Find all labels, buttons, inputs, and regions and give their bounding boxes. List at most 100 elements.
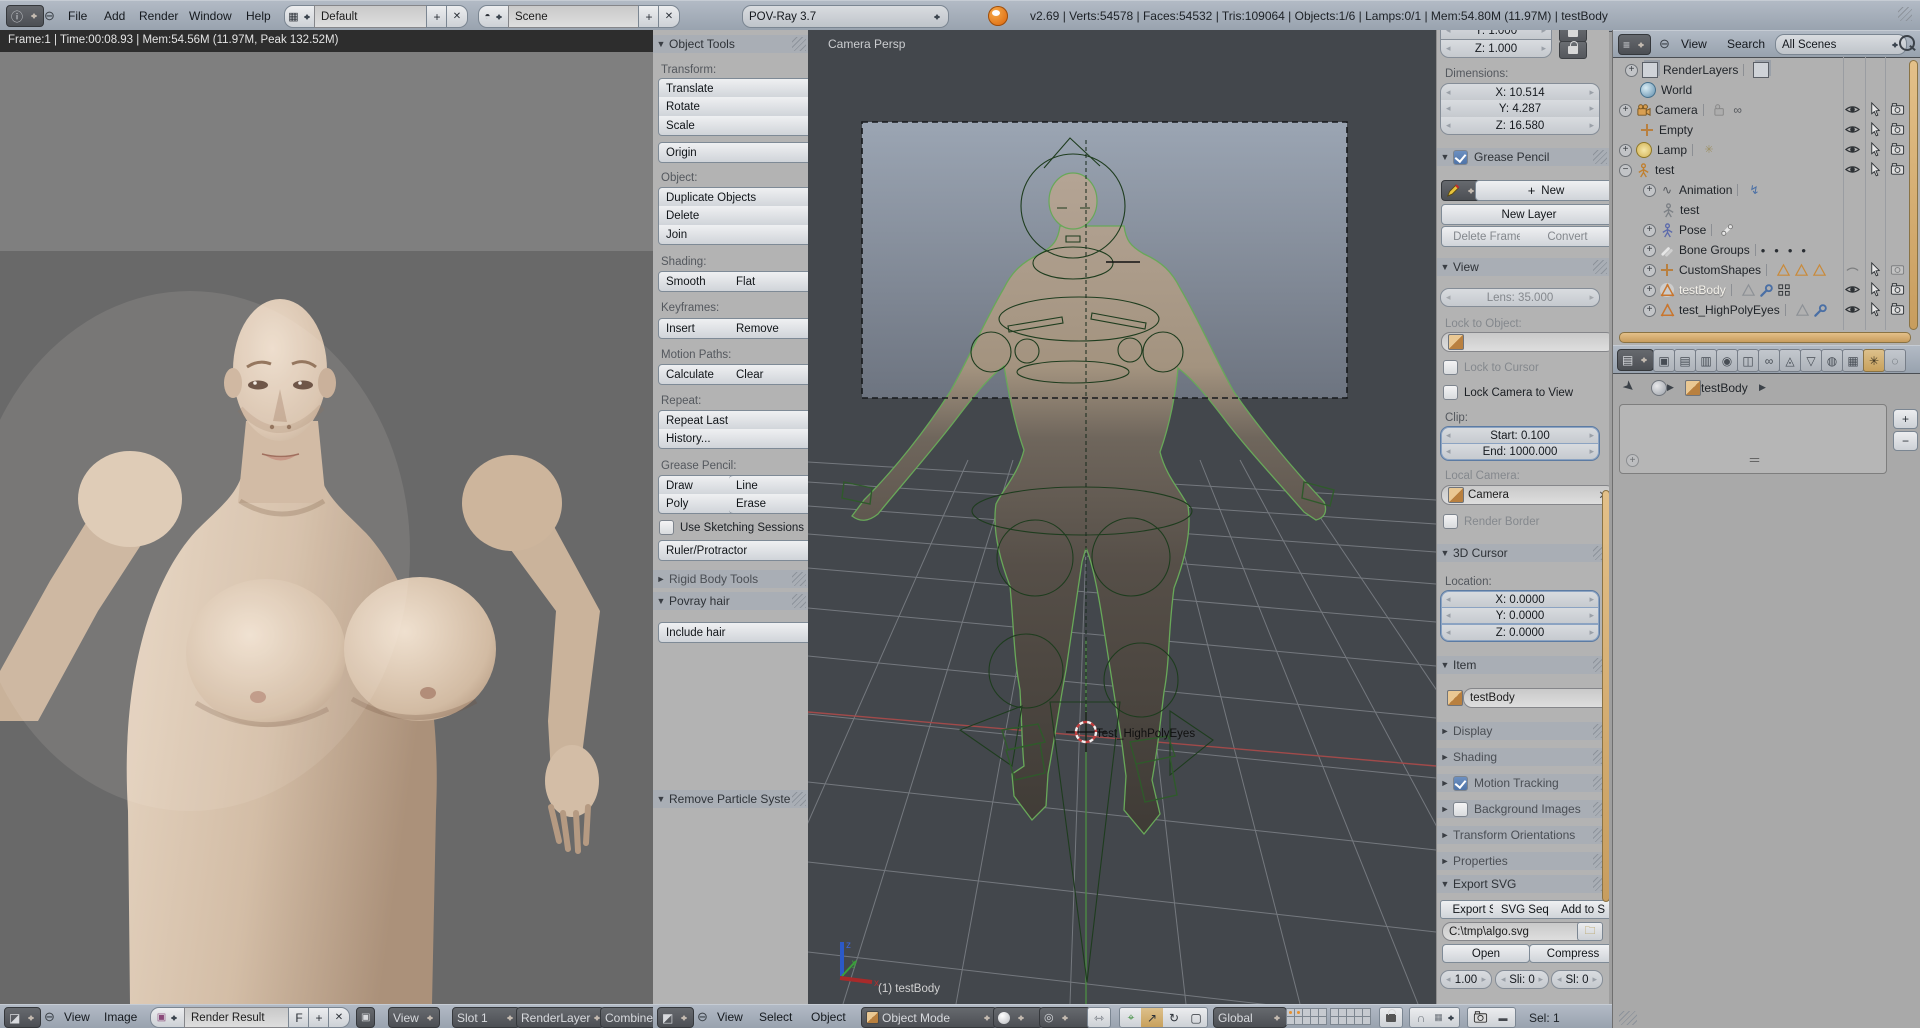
tab-scene[interactable]: ▥ — [1695, 349, 1717, 372]
panel-background-images[interactable]: ► Background Images — [1437, 800, 1609, 818]
expand-icon[interactable]: + — [1643, 224, 1656, 237]
tab-render-layers[interactable]: ▤ — [1674, 349, 1696, 372]
manipulator-rotate-button[interactable]: ↻ — [1163, 1007, 1186, 1028]
tab-object[interactable]: ◫ — [1737, 349, 1759, 372]
tab-world[interactable]: ◉ — [1716, 349, 1738, 372]
scale-button[interactable]: Scale — [658, 116, 809, 136]
renderable-icon[interactable] — [1890, 142, 1906, 158]
corner-grip[interactable] — [1619, 1011, 1637, 1025]
mode-select[interactable]: Object Mode — [861, 1007, 997, 1028]
panel-remove-particle-system[interactable]: ▼Remove Particle Syste — [653, 790, 808, 808]
compress-button[interactable]: Compress — [1529, 944, 1609, 963]
cursor-z-field[interactable]: Z: 0.0000 — [1440, 624, 1600, 642]
lock-to-cursor-checkbox[interactable]: Lock to Cursor — [1443, 360, 1539, 375]
panel-transform-orientations[interactable]: ►Transform Orientations — [1437, 826, 1609, 844]
menu-help[interactable]: Help — [240, 1, 277, 31]
image-editor-empty-area[interactable] — [0, 52, 653, 251]
pin-icon[interactable]: ➤ — [1619, 376, 1639, 397]
hide-icon[interactable] — [1845, 162, 1861, 178]
selectable-icon[interactable] — [1868, 162, 1884, 178]
close-scene-button[interactable]: ✕ — [658, 5, 680, 28]
editor-type-info-button[interactable]: ⓘ — [6, 5, 44, 27]
renderable-icon[interactable] — [1890, 282, 1906, 298]
expand-icon[interactable]: + — [1619, 104, 1632, 117]
outliner-row-customshapes[interactable]: + CustomShapes — [1613, 260, 1920, 280]
particle-systems-list[interactable]: + ＝ — [1619, 404, 1887, 474]
svg-scale-field[interactable]: 1.00 — [1440, 970, 1492, 989]
menu-search[interactable]: Search — [1721, 31, 1771, 57]
scene-icon-button[interactable]: ◓ — [478, 5, 510, 28]
render-opengl-anim-button[interactable]: ▬ — [1491, 1007, 1516, 1028]
panel-grip[interactable] — [1593, 150, 1607, 164]
renderable-icon[interactable] — [1890, 162, 1906, 178]
tab-material[interactable]: ◍ — [1821, 349, 1843, 372]
outliner-row-empty[interactable]: Empty — [1613, 120, 1920, 140]
scene-field[interactable]: Scene — [508, 5, 652, 28]
outliner-row-world[interactable]: World — [1613, 80, 1920, 100]
list-resize-handle[interactable]: ＝ — [1748, 450, 1762, 469]
tab-render[interactable]: ▣ — [1653, 349, 1675, 372]
history-button[interactable]: History... — [658, 429, 809, 449]
selectable-icon[interactable] — [1868, 282, 1884, 298]
dimension-y-field[interactable]: Y: 4.287 — [1440, 100, 1600, 118]
editor-type-image-button[interactable]: ◪ — [4, 1007, 41, 1028]
outliner-row-test-armature[interactable]: − test — [1613, 160, 1920, 180]
menu-view[interactable]: View — [711, 1005, 749, 1028]
collapse-icon[interactable]: − — [1619, 164, 1632, 177]
fake-user-button[interactable]: F — [288, 1007, 310, 1028]
render-border-checkbox[interactable]: Render Border — [1443, 514, 1539, 529]
menu-add[interactable]: Add — [98, 1, 131, 31]
panel-3d-cursor[interactable]: ▼3D Cursor — [1437, 544, 1609, 562]
hide-icon[interactable] — [1845, 282, 1861, 298]
gp-convert-button[interactable]: Convert — [1520, 226, 1609, 247]
outliner-row-renderlayers[interactable]: + RenderLayers — [1613, 60, 1920, 80]
view-mode-select[interactable]: View — [388, 1007, 440, 1028]
panel-properties[interactable]: ►Properties — [1437, 852, 1609, 870]
svg-path-field[interactable]: C:\tmp\algo.svg — [1442, 922, 1588, 941]
motion-tracking-checkbox[interactable] — [1453, 776, 1468, 791]
lock-scale-z-button[interactable] — [1559, 41, 1587, 59]
outliner-vscrollbar[interactable] — [1909, 60, 1918, 330]
panel-item[interactable]: ▼Item — [1437, 656, 1609, 674]
manipulator-scale-button[interactable]: ▢ — [1185, 1007, 1208, 1028]
panel-grip[interactable] — [792, 37, 806, 51]
screen-layout-field[interactable]: Default — [314, 5, 440, 28]
menu-view[interactable]: View — [58, 1005, 96, 1028]
image-datablock-name[interactable]: Render Result — [184, 1007, 302, 1028]
new-image-button[interactable]: + — [308, 1007, 330, 1028]
corner-grip[interactable] — [1898, 7, 1912, 21]
menu-render[interactable]: Render — [133, 1, 184, 31]
selectable-icon[interactable] — [1868, 262, 1884, 278]
hide-icon[interactable] — [1845, 302, 1861, 318]
open-button[interactable]: Open — [1442, 944, 1530, 963]
selectable-icon[interactable] — [1868, 142, 1884, 158]
renderable-icon[interactable] — [1890, 102, 1906, 118]
collapse-menus-icon[interactable]: ⊖ — [44, 8, 55, 24]
editor-type-outliner-button[interactable]: ≡ — [1618, 34, 1651, 55]
tab-object-data[interactable]: ▽ — [1800, 349, 1822, 372]
render-engine-select[interactable]: POV-Ray 3.7 — [742, 5, 949, 28]
lock-object-field[interactable] — [1441, 332, 1609, 352]
sketching-sessions-checkbox[interactable]: Use Sketching Sessions — [659, 520, 804, 535]
menu-image[interactable]: Image — [98, 1005, 143, 1028]
expand-icon[interactable]: + — [1643, 244, 1656, 257]
tab-modifiers[interactable]: ◬ — [1779, 349, 1801, 372]
editor-type-3d-button[interactable]: ◩ — [657, 1007, 694, 1028]
selectable-icon[interactable] — [1868, 302, 1884, 318]
panel-grip[interactable] — [792, 792, 806, 806]
collapse-menus-icon[interactable]: ⊖ — [44, 1009, 55, 1025]
tab-texture[interactable]: ▦ — [1842, 349, 1864, 372]
3d-viewport[interactable]: Test_HighPolyEyes Camera Persp z y x (1)… — [808, 30, 1436, 1004]
dimension-z-field[interactable]: Z: 16.580 — [1440, 117, 1600, 135]
render-result-image[interactable] — [0, 251, 653, 1004]
panel-grip[interactable] — [792, 572, 806, 586]
outliner-row-animation[interactable]: + ∿ Animation ↯ — [1613, 180, 1920, 200]
flat-button[interactable]: Flat — [729, 271, 809, 292]
add-particle-system-button[interactable]: + — [1893, 409, 1918, 429]
snap-toggle[interactable]: ∩ — [1409, 1007, 1433, 1028]
remove-particle-system-button[interactable]: − — [1893, 431, 1918, 451]
menu-window[interactable]: Window — [183, 1, 238, 31]
unlink-image-button[interactable]: ✕ — [328, 1007, 350, 1028]
pivot-align-toggle[interactable]: ⇿ — [1087, 1007, 1111, 1028]
outliner-row-pose[interactable]: + Pose — [1613, 220, 1920, 240]
